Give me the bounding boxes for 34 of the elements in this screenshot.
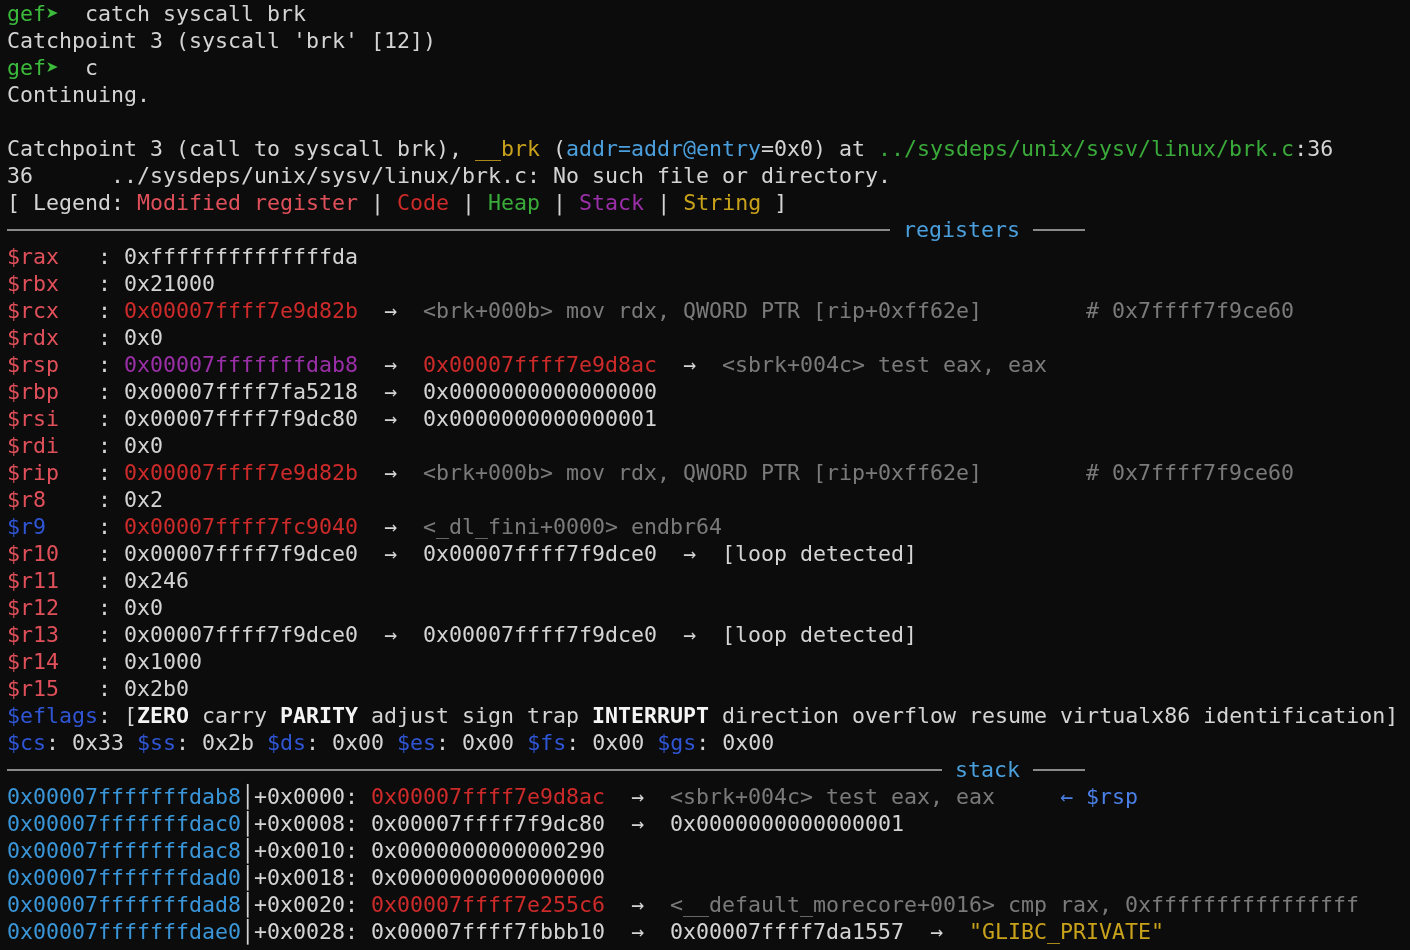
stack-line: 0x00007fffffffdad0│+0x0018: 0x0000000000000000 (7, 864, 606, 891)
stack-line: 0x00007fffffffdab8│+0x0000: 0x00007ffff7e9d8ac → <sbrk+004c> test eax, eax ← $rsp (7, 783, 1139, 810)
register-line: $rcx : 0x00007ffff7e9d82b → <brk+000b> mov rdx, QWORD PTR [rip+0xff62e] # 0x7ffff7f9ce60 (7, 297, 1295, 324)
register-line: $r12 : 0x0 (7, 594, 164, 621)
register-line: $r10 : 0x00007ffff7f9dce0 → 0x00007ffff7f9dce0 → [loop detected] (7, 540, 918, 567)
register-line: $r13 : 0x00007ffff7f9dce0 → 0x00007ffff7f9dce0 → [loop detected] (7, 621, 918, 648)
section-title: registers (903, 216, 1020, 243)
stack-line: 0x00007fffffffdad8│+0x0020: 0x00007ffff7e255c6 → <__default_morecore+0016> cmp rax, 0xffffffffffffffff (7, 891, 1360, 918)
command-line: gef➤ catch syscall brk (7, 0, 307, 27)
output-line: Catchpoint 3 (call to syscall brk), __brk (addr=addr@entry=0x0) at ../sysdeps/unix/sysv/linux/brk.c:36 (7, 135, 1334, 162)
register-line: $rip : 0x00007ffff7e9d82b → <brk+000b> mov rdx, QWORD PTR [rip+0xff62e] # 0x7ffff7f9ce60 (7, 459, 1295, 486)
register-line: $r8 : 0x2 (7, 486, 164, 513)
stack-line: 0x00007fffffffdae0│+0x0028: 0x00007ffff7fbbb10 → 0x00007ffff7da1557 → "GLIBC_PRIVATE" (7, 918, 1165, 945)
section-title: stack (955, 756, 1020, 783)
register-line: $rbp : 0x00007ffff7fa5218 → 0x0000000000000000 (7, 378, 658, 405)
register-line: $eflags: [ZERO carry PARITY adjust sign trap INTERRUPT direction overflow resume virtualx86 identification] (7, 702, 1399, 729)
register-line: $rdx : 0x0 (7, 324, 164, 351)
register-line: $r14 : 0x1000 (7, 648, 203, 675)
stack-line: 0x00007fffffffdac8│+0x0010: 0x0000000000000290 (7, 837, 606, 864)
stack-line: 0x00007fffffffdac0│+0x0008: 0x00007ffff7f9dc80 → 0x0000000000000001 (7, 810, 905, 837)
register-line: $r9 : 0x00007ffff7fc9040 → <_dl_fini+0000> endbr64 (7, 513, 723, 540)
register-line: $rsi : 0x00007ffff7f9dc80 → 0x0000000000000001 (7, 405, 658, 432)
register-line: $rsp : 0x00007fffffffdab8 → 0x00007ffff7e9d8ac → <sbrk+004c> test eax, eax (7, 351, 1048, 378)
register-line: $r15 : 0x2b0 (7, 675, 190, 702)
output-line: 36 ../sysdeps/unix/sysv/linux/brk.c: No such file or directory. (7, 162, 892, 189)
register-line: $rbx : 0x21000 (7, 270, 216, 297)
register-line: $rax : 0xffffffffffffffda (7, 243, 359, 270)
output-line: Catchpoint 3 (syscall 'brk' [12]) (7, 27, 437, 54)
output-line: [ Legend: Modified register | Code | Heap | Stack | String ] (7, 189, 788, 216)
register-line: $rdi : 0x0 (7, 432, 164, 459)
output-line: Continuing. (7, 81, 150, 108)
register-line: $cs: 0x33 $ss: 0x2b $ds: 0x00 $es: 0x00 $fs: 0x00 $gs: 0x00 (7, 729, 775, 756)
command-line: gef➤ c (7, 54, 99, 81)
register-line: $r11 : 0x246 (7, 567, 190, 594)
